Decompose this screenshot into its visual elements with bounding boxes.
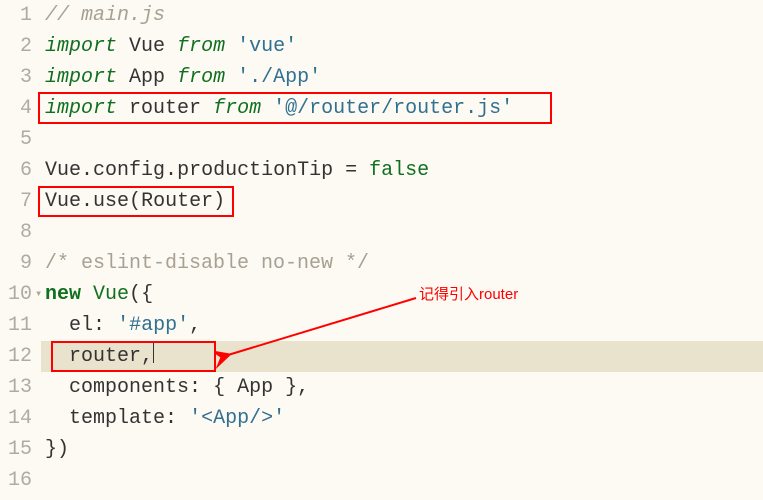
line-gutter: 1 2 3 4 5 6 7 8 9 10 11 12 13 14 15 16 [0,0,41,496]
code-area[interactable]: // main.js import Vue from 'vue' import … [41,0,763,496]
code-line [45,217,763,248]
identifier: App [129,66,165,89]
code-line: template: '<App/>' [45,403,763,434]
class-name: Vue [93,283,129,306]
property: config [93,159,165,182]
code-line [45,465,763,496]
code-line-active: router, [45,341,763,372]
html-tag: <App/> [201,407,273,430]
string: '#app' [117,314,189,337]
property-key: el [69,314,93,337]
boolean: false [369,159,429,182]
keyword-import: import [45,66,117,89]
fold-marker-icon[interactable]: ▾ [35,279,42,310]
keyword-import: import [45,35,117,58]
property-key: template [69,407,165,430]
line-number: 8 [0,217,32,248]
code-line: new Vue({ [45,279,763,310]
string: '@/router/router.js' [273,97,513,120]
line-number: 14 [0,403,32,434]
line-number: 16 [0,465,32,496]
argument: Router [141,190,213,213]
code-editor: 1 2 3 4 5 6 7 8 9 10 11 12 13 14 15 16 /… [0,0,763,496]
keyword-new: new [45,283,81,306]
string: './App' [237,66,321,89]
string: 'vue' [237,35,297,58]
code-line: }) [45,434,763,465]
string-quote: ' [273,407,285,430]
line-number: 10 [0,279,32,310]
line-number: 5 [0,124,32,155]
text-cursor [153,341,154,363]
annotation-label: 记得引入router [419,283,518,307]
code-line: /* eslint-disable no-new */ [45,248,763,279]
line-number: 7 [0,186,32,217]
keyword-from: from [177,35,225,58]
string-quote: ' [189,407,201,430]
identifier: Vue [129,35,165,58]
code-line: Vue.use(Router) [45,186,763,217]
line-number: 1 [0,0,32,31]
identifier: Vue [45,190,81,213]
comment: // main.js [45,4,165,27]
keyword-from: from [177,66,225,89]
keyword-from: from [213,97,261,120]
code-line: components: { App }, [45,372,763,403]
line-number: 11 [0,310,32,341]
line-number: 3 [0,62,32,93]
identifier: App [237,376,273,399]
line-number: 9 [0,248,32,279]
code-line: el: '#app', [45,310,763,341]
code-line: Vue.config.productionTip = false [45,155,763,186]
code-line: // main.js [45,0,763,31]
line-number: 6 [0,155,32,186]
code-line: import App from './App' [45,62,763,93]
code-line: import router from '@/router/router.js' [45,93,763,124]
keyword-import: import [45,97,117,120]
line-number: 15 [0,434,32,465]
code-line: import Vue from 'vue' [45,31,763,62]
line-number: 4 [0,93,32,124]
identifier: Vue [45,159,81,182]
identifier: router [69,345,141,368]
code-line [45,124,763,155]
comment: /* eslint-disable no-new */ [45,252,369,275]
line-number: 2 [0,31,32,62]
line-number: 12 [0,341,32,372]
property-key: components [69,376,189,399]
identifier: router [129,97,201,120]
line-number: 13 [0,372,32,403]
property: productionTip [177,159,333,182]
method: use [93,190,129,213]
